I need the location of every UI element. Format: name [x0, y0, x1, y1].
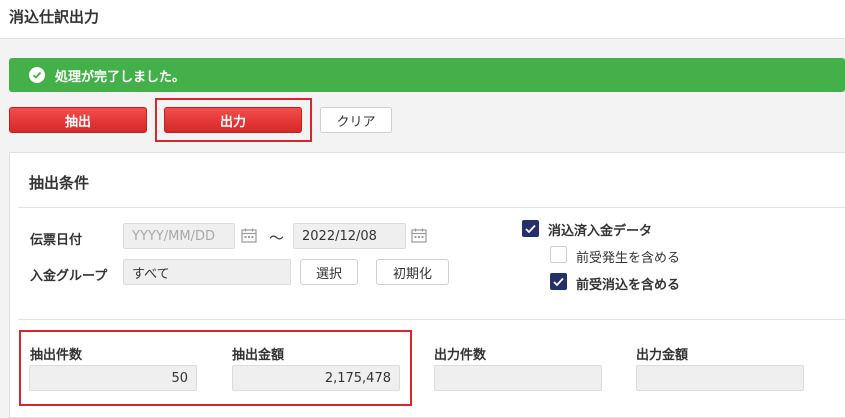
extract-amount-label: 抽出金額: [232, 348, 285, 363]
clear-button[interactable]: クリア: [320, 107, 392, 133]
select-button[interactable]: 選択: [300, 259, 358, 285]
output-count-field: [434, 365, 602, 391]
extract-amount-field: 2,175,478: [232, 365, 400, 391]
slip-date-to-input[interactable]: 2022/12/08: [293, 223, 406, 249]
slip-date-label: 伝票日付: [30, 233, 83, 248]
deposit-group-input[interactable]: すべて: [123, 259, 291, 285]
extract-count-label: 抽出件数: [30, 348, 83, 363]
page-title: 消込仕訳出力: [9, 8, 100, 26]
extract-button[interactable]: 抽出: [9, 107, 147, 133]
output-count-label: 出力件数: [434, 348, 487, 363]
success-alert: 処理が完了しました。: [9, 58, 845, 92]
date-range-separator: ～: [269, 229, 285, 247]
alert-message: 処理が完了しました。: [55, 69, 186, 85]
section-divider: [18, 207, 845, 208]
advance-reconcile-label: 前受消込を含める: [576, 278, 681, 293]
result-divider: [18, 319, 845, 320]
reconciled-deposit-label: 消込済入金データ: [548, 224, 653, 239]
output-amount-label: 出力金額: [636, 348, 689, 363]
calendar-icon[interactable]: [411, 228, 427, 243]
extract-count-field: 50: [29, 365, 197, 391]
advance-reconcile-checkbox[interactable]: [550, 273, 567, 290]
deposit-group-label: 入金グループ: [30, 269, 108, 284]
check-circle-icon: [29, 67, 45, 83]
check-icon: [553, 277, 564, 286]
output-button[interactable]: 出力: [164, 107, 302, 133]
advance-occurrence-checkbox[interactable]: [550, 246, 567, 263]
calendar-icon[interactable]: [241, 228, 257, 243]
slip-date-from-input[interactable]: YYYY/MM/DD: [123, 223, 235, 249]
reset-button[interactable]: 初期化: [376, 259, 449, 285]
advance-occurrence-label: 前受発生を含める: [576, 251, 681, 266]
conditions-panel: 抽出条件 伝票日付 YYYY/MM/DD ～ 2022/12/08 入金グループ…: [9, 152, 845, 418]
output-amount-field: [636, 365, 804, 391]
check-icon: [525, 224, 536, 233]
conditions-title: 抽出条件: [29, 174, 90, 192]
reconciled-deposit-checkbox[interactable]: [522, 220, 539, 237]
